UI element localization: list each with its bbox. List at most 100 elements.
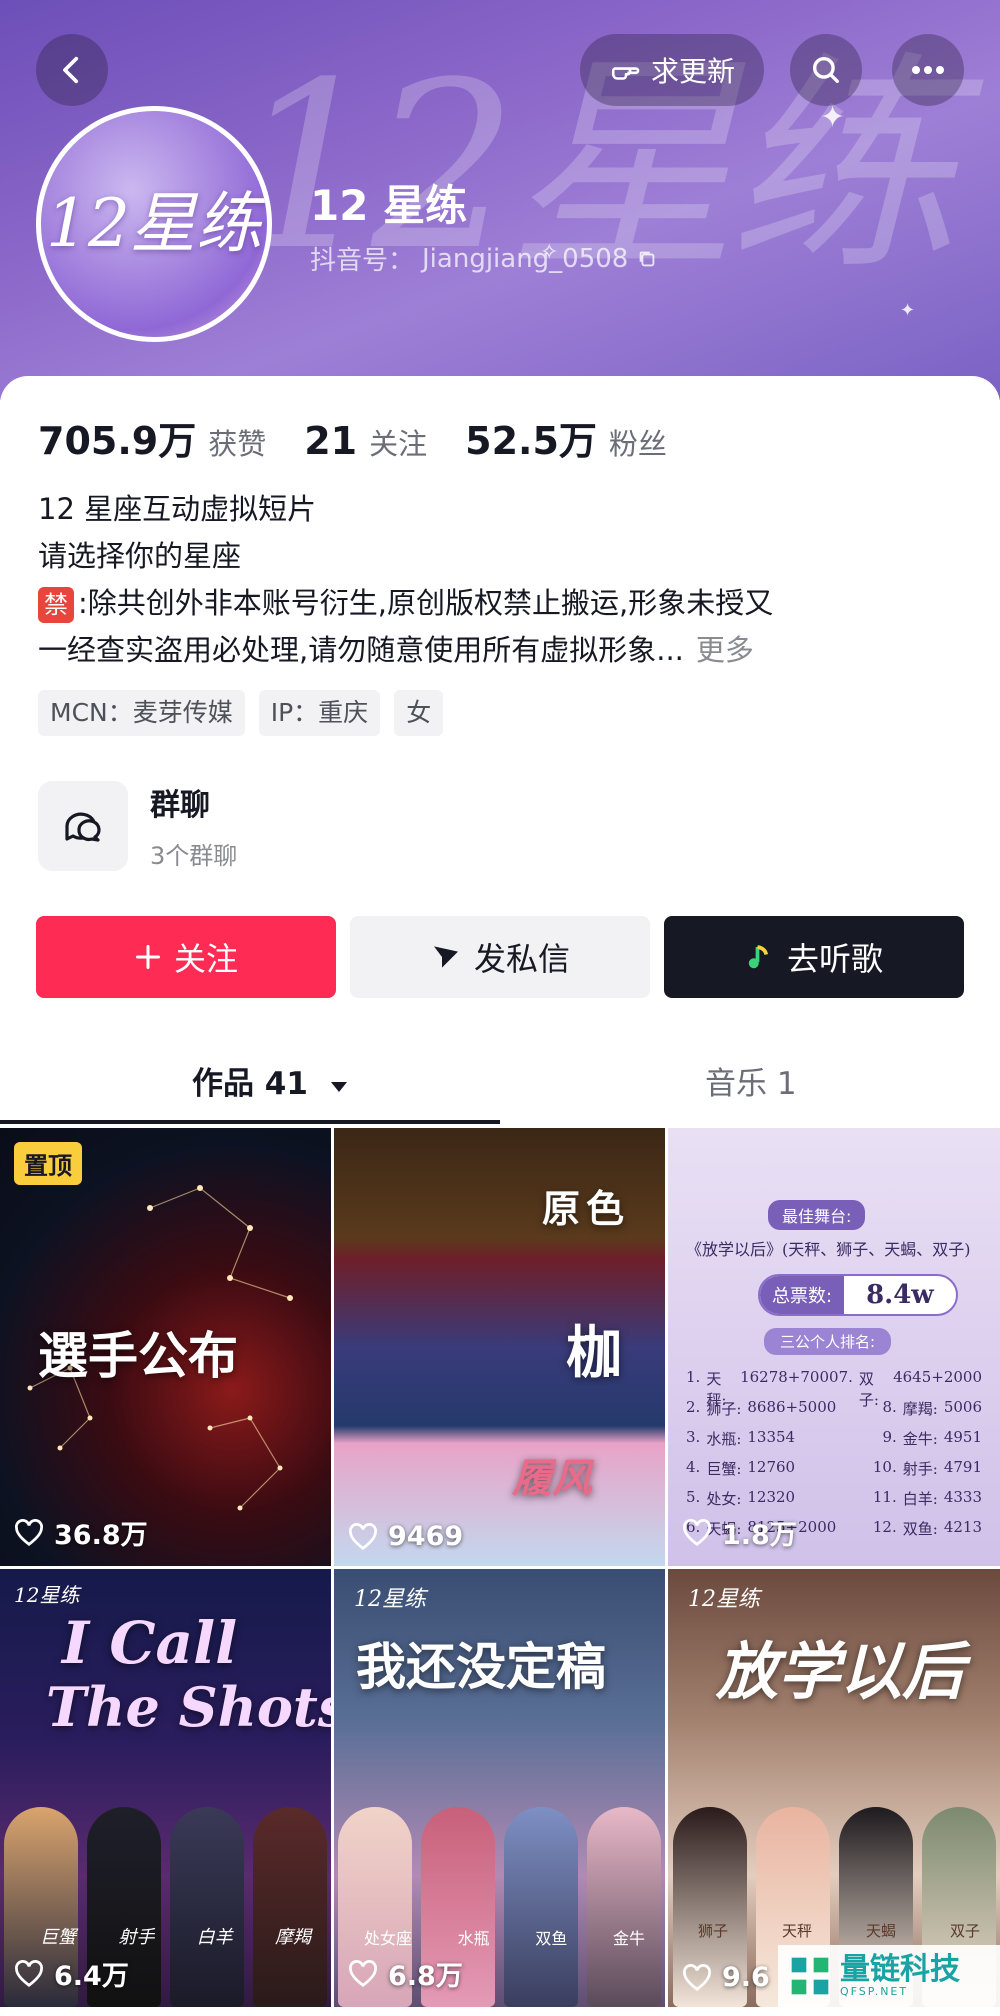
tag-gender: 女 xyxy=(394,690,444,736)
video-tile[interactable]: 12星练 放学以后 狮子 天秤 天蝎 双子 9.6 量链科技 QFSP.NET xyxy=(668,1569,1000,2007)
ranking-header: 最佳舞台: xyxy=(768,1200,866,1230)
stat-value: 21 xyxy=(304,419,358,463)
more-link[interactable]: 更多 xyxy=(696,633,754,667)
hand-point-icon xyxy=(611,67,640,80)
profile-name: 12 星练 xyxy=(310,181,468,230)
rank-cell: 10. xyxy=(872,1458,897,1476)
video-tile[interactable]: 最佳舞台: 《放学以后》(天秤、狮子、天蝎、双子) 总票数: 8.4w 三公个人… xyxy=(668,1128,1000,1566)
character-name: 天秤 xyxy=(781,1922,812,1940)
back-arrow-icon xyxy=(63,56,79,84)
rank-entry: 10. 射手: 4791 xyxy=(873,1458,982,1479)
heart-icon xyxy=(15,1959,43,1987)
tab-works-label: 作品 41 xyxy=(192,1066,308,1102)
video-tile[interactable]: 12星练 我还没定稿 处女座 水瓶 双鱼 金牛 6.8万 xyxy=(334,1569,665,2007)
watermark-text: 量链科技 xyxy=(840,1951,960,1987)
plus-icon xyxy=(135,944,161,970)
rank-cell: 白羊: xyxy=(902,1490,938,1508)
character-figure xyxy=(169,1807,244,2007)
id-value: Jiangjiang_0508 xyxy=(422,243,629,274)
stat-followers[interactable]: 52.5万 粉丝 xyxy=(465,410,667,465)
search-icon xyxy=(812,56,840,84)
character-name: 射手 xyxy=(118,1927,155,1948)
site-watermark: 量链科技 QFSP.NET xyxy=(778,1945,1000,2007)
rank-cell: 12. xyxy=(872,1518,897,1536)
bio-line-text: 一经查实盗用必处理,请勿随意使用所有虚拟形象... xyxy=(38,633,684,667)
rank-row: 2. 狮子: 8686+5000 8. 摩羯: 5006 xyxy=(686,1398,982,1419)
rank-entry: 5. 处女: 12320 xyxy=(686,1488,795,1509)
rank-entry: 12. 双鱼: 4213 xyxy=(873,1518,982,1539)
back-button[interactable] xyxy=(36,34,108,106)
tab-music[interactable]: 音乐 1 xyxy=(705,1058,797,1103)
rank-cell: 金牛: xyxy=(902,1430,938,1448)
caret-down-icon xyxy=(330,1082,347,1092)
listen-music-button[interactable]: 去听歌 xyxy=(664,916,964,998)
avatar-text: 12星练 xyxy=(46,185,262,262)
character-name: 白羊 xyxy=(196,1927,233,1948)
profile-card: 705.9万 获赞 21 关注 52.5万 粉丝 12 星座互动虚拟短片 请选择… xyxy=(0,376,1000,1126)
character-name: 水瓶 xyxy=(457,1929,490,1948)
video-tile[interactable]: 置顶 選手公布 36.8万 xyxy=(0,1128,331,1566)
rank-cell: 3. xyxy=(686,1428,701,1446)
video-title: 放学以后 xyxy=(716,1635,965,1708)
profile-banner: 12星练 ✦ ✧ ✦ 求更新 12星练 12 星练 抖音号： Jiangjian… xyxy=(0,0,1000,400)
follow-button[interactable]: 关注 xyxy=(36,916,336,998)
character-names: 处女座 水瓶 双鱼 金牛 xyxy=(364,1925,645,1949)
sparkle-icon: ✦ xyxy=(900,300,916,321)
ban-badge: 禁 xyxy=(38,587,74,623)
likes-count: 36.8万 xyxy=(54,1520,148,1551)
stat-label: 获赞 xyxy=(208,427,267,461)
rank-cell: 摩羯: xyxy=(902,1400,938,1418)
total-votes-value: 8.4w xyxy=(866,1280,934,1310)
rank-cell: 2. xyxy=(686,1398,701,1416)
heart-icon xyxy=(683,1518,711,1546)
tag-mcn[interactable]: MCN：麦芽传媒 xyxy=(38,690,245,736)
likes-count: 6.8万 xyxy=(388,1961,463,1992)
stat-likes[interactable]: 705.9万 获赞 xyxy=(38,410,266,465)
likes-count: 1.8万 xyxy=(722,1520,797,1551)
total-votes-label: 总票数: xyxy=(760,1276,845,1314)
stat-following[interactable]: 21 关注 xyxy=(304,419,427,463)
avatar[interactable]: 12星练 xyxy=(36,106,272,342)
more-button[interactable] xyxy=(892,34,964,106)
group-chat-entry[interactable]: 群聊 3个群聊 xyxy=(38,780,237,871)
bio-line: 禁:除共创外非本账号衍生,原创版权禁止搬运,形象未授又 xyxy=(38,580,968,627)
total-votes: 总票数: 8.4w xyxy=(758,1274,958,1316)
search-button[interactable] xyxy=(790,34,862,106)
video-brand: 12星练 xyxy=(14,1583,80,1607)
rank-cell: 13354 xyxy=(747,1428,796,1446)
tab-indicator xyxy=(0,1120,500,1124)
copy-icon[interactable] xyxy=(636,248,658,270)
action-buttons: 关注 发私信 去听歌 xyxy=(36,916,964,998)
video-title-line: The Shots xyxy=(46,1675,331,1739)
rank-entry: 9. 金牛: 4951 xyxy=(882,1428,982,1449)
rank-row: 3. 水瓶: 13354 9. 金牛: 4951 xyxy=(686,1428,982,1449)
request-update-button[interactable]: 求更新 xyxy=(580,34,764,106)
listen-music-label: 去听歌 xyxy=(786,940,883,978)
stat-label: 粉丝 xyxy=(608,427,667,461)
video-tile[interactable]: 12星练 I Call The Shots 巨蟹 射手 白羊 摩羯 6.4万 xyxy=(0,1569,331,2007)
id-label: 抖音号： xyxy=(310,246,415,276)
rank-title: 三公个人排名: xyxy=(764,1328,892,1355)
message-button[interactable]: 发私信 xyxy=(350,916,650,998)
rank-row: 4. 巨蟹: 12760 10. 射手: 4791 xyxy=(686,1458,982,1479)
rank-cell: 4213 xyxy=(943,1518,982,1536)
rank-cell: 9. xyxy=(882,1428,897,1446)
group-chat-title: 群聊 xyxy=(150,788,210,823)
rank-cell: 巨蟹: xyxy=(706,1460,742,1478)
stat-label: 关注 xyxy=(369,427,428,461)
bio-line-text: :除共创外非本账号衍生,原创版权禁止搬运,形象未授又 xyxy=(78,586,774,620)
rank-entry: 11. 白羊: 4333 xyxy=(873,1488,982,1509)
tab-works[interactable]: 作品 41 xyxy=(192,1058,349,1103)
likes-count: 9469 xyxy=(388,1521,464,1552)
rank-cell: 水瓶: xyxy=(706,1430,742,1448)
video-tile[interactable]: 原色 枷 履风 9469 xyxy=(334,1128,665,1566)
follow-label: 关注 xyxy=(173,940,238,978)
character-name: 天蝎 xyxy=(865,1922,896,1940)
rank-cell: 狮子: xyxy=(706,1400,742,1418)
bio-line: 12 星座互动虚拟短片 xyxy=(38,492,317,526)
rank-entry: 2. 狮子: 8686+5000 xyxy=(686,1398,836,1419)
video-likes: 1.8万 xyxy=(682,1513,797,1552)
ranking-song: 《放学以后》(天秤、狮子、天蝎、双子) xyxy=(686,1240,971,1259)
stat-value: 52.5万 xyxy=(465,419,597,463)
character-name: 狮子 xyxy=(698,1922,729,1940)
